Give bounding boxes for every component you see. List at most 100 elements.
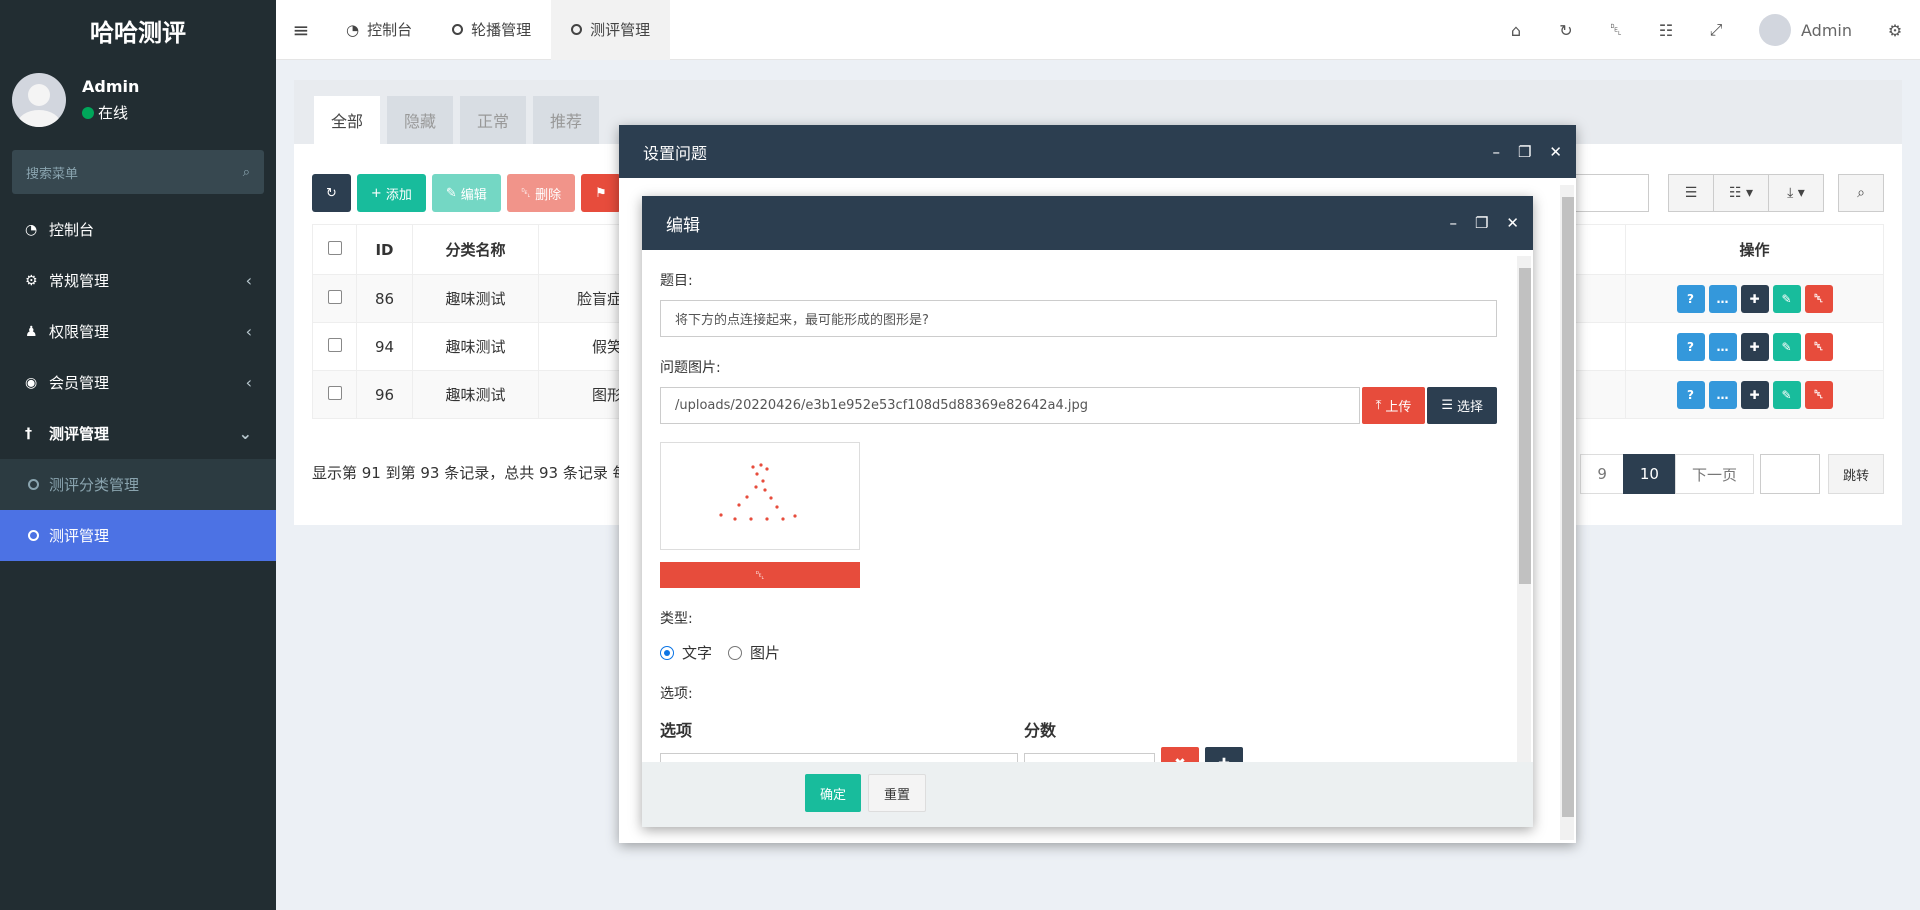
menu-toggle-icon[interactable]: ≡ — [276, 18, 326, 42]
dots-triangle-image — [719, 463, 797, 521]
scrollbar[interactable] — [1560, 185, 1574, 840]
select-all-checkbox[interactable] — [327, 240, 342, 255]
tab-hidden[interactable]: 隐藏 — [387, 96, 454, 144]
scrollbar[interactable] — [1517, 256, 1531, 762]
upload-icon: ⤒ — [1375, 398, 1382, 413]
tab-carousel[interactable]: 轮播管理 — [432, 0, 551, 60]
edit-button[interactable]: ✎ 编辑 — [431, 174, 501, 212]
settings-icon[interactable]: ⚙ — [1870, 21, 1920, 40]
app-logo[interactable]: 哈哈测评 — [0, 0, 276, 60]
option-input[interactable]: 风子 — [660, 753, 1018, 762]
col-id[interactable]: ID — [356, 224, 413, 275]
language-icon[interactable]: ☷ — [1641, 21, 1691, 40]
move-icon[interactable]: ✚ — [1740, 332, 1769, 361]
sidebar-item-general[interactable]: ⚙ 常规管理 ‹ — [0, 255, 276, 306]
export-button[interactable]: ⤓ ▾ — [1768, 174, 1824, 212]
delete-icon[interactable]: ␡ — [1804, 332, 1833, 361]
options-label: 选项: — [660, 686, 693, 702]
circle-icon — [28, 479, 39, 490]
image-path-input[interactable]: /uploads/20220426/e3b1e952e53cf108d5d883… — [660, 387, 1360, 424]
tab-normal[interactable]: 正常 — [460, 96, 527, 144]
question-icon[interactable]: ? — [1676, 380, 1705, 409]
group-icon: ♟ — [25, 323, 38, 340]
trash-icon: ␡ — [755, 567, 765, 582]
sidebar: 哈哈测评 Admin 在线 搜索菜单 ⌕ ◔ 控制台 ⚙ 常规管理 ‹ ♟ 权限… — [0, 0, 276, 910]
top-user-menu[interactable]: Admin — [1741, 14, 1870, 46]
more-button[interactable]: ⚑ — [581, 174, 621, 212]
type-text-radio[interactable] — [660, 645, 674, 660]
question-input[interactable]: 将下方的点连接起来，最可能形成的图形是? — [660, 300, 1497, 337]
row-checkbox[interactable] — [327, 385, 342, 400]
next-page[interactable]: 下一页 — [1674, 454, 1754, 494]
edit-icon[interactable]: ✎ — [1772, 332, 1801, 361]
question-image-preview[interactable] — [660, 442, 860, 550]
maximize-icon[interactable]: ❐ — [1475, 214, 1488, 232]
remove-option-button[interactable]: ✖ — [1161, 747, 1199, 762]
columns-button[interactable]: ☷ ▾ — [1713, 174, 1769, 212]
add-button[interactable]: + 添加 — [356, 174, 426, 212]
delete-icon[interactable]: ␡ — [1804, 380, 1833, 409]
fullscreen-icon[interactable]: ⤢ — [1691, 20, 1741, 40]
chevron-left-icon: ‹ — [245, 322, 252, 341]
toggle-view-button[interactable]: ☰ — [1668, 174, 1714, 212]
dialog-title: 编辑 — [666, 215, 700, 236]
type-image-radio[interactable] — [728, 645, 743, 660]
comment-icon[interactable]: … — [1708, 332, 1737, 361]
drag-option-button[interactable]: ✚ — [1205, 747, 1243, 762]
delete-button[interactable]: ␡ 删除 — [506, 174, 576, 212]
circle-icon — [28, 530, 39, 541]
tab-recommend[interactable]: 推荐 — [533, 96, 600, 144]
sidebar-item-dashboard[interactable]: ◔ 控制台 — [0, 204, 276, 255]
pagination-info: 显示第 91 到第 93 条记录，总共 93 条记录 每 — [312, 464, 628, 482]
minimize-icon[interactable]: – — [1449, 214, 1457, 232]
refresh-icon: ↻ — [326, 185, 337, 201]
choose-button[interactable]: ☰ 选择 — [1427, 387, 1497, 424]
confirm-button[interactable]: 确定 — [805, 774, 862, 812]
home-icon[interactable]: ⌂ — [1491, 21, 1541, 40]
reset-button[interactable]: 重置 — [868, 774, 927, 812]
page-9[interactable]: 9 — [1580, 454, 1624, 494]
sidebar-item-evaluation[interactable]: † 测评管理 ⌄ — [0, 408, 276, 459]
tab-all[interactable]: 全部 — [314, 96, 381, 144]
user-name: Admin — [82, 77, 140, 96]
comment-icon[interactable]: … — [1708, 284, 1737, 313]
move-icon[interactable]: ✚ — [1740, 380, 1769, 409]
close-icon[interactable]: ✕ — [1506, 214, 1519, 232]
sidebar-item-members[interactable]: ◉ 会员管理 ‹ — [0, 357, 276, 408]
export-icon: ⤓ ▾ — [1787, 185, 1805, 201]
cogs-icon: ⚙ — [25, 272, 38, 289]
plus-icon: + — [370, 185, 382, 201]
delete-image-button[interactable]: ␡ — [660, 562, 860, 588]
score-input[interactable]: 0 — [1024, 753, 1155, 762]
sidebar-item-auth[interactable]: ♟ 权限管理 ‹ — [0, 306, 276, 357]
option-row: 风子 0 ✖ ✚ — [660, 747, 1497, 762]
sidebar-item-eval-manage[interactable]: 测评管理 — [0, 510, 276, 561]
menu-search-input[interactable]: 搜索菜单 ⌕ — [12, 150, 264, 194]
tab-dashboard[interactable]: ◔ 控制台 — [326, 0, 432, 60]
question-icon[interactable]: ? — [1676, 332, 1705, 361]
page-jump-button[interactable]: 跳转 — [1827, 454, 1884, 494]
question-icon[interactable]: ? — [1676, 284, 1705, 313]
delete-icon[interactable]: ␡ — [1804, 284, 1833, 313]
close-icon[interactable]: ✕ — [1549, 143, 1562, 161]
upload-button[interactable]: ⤒ 上传 — [1361, 387, 1426, 424]
page-10[interactable]: 10 — [1622, 454, 1676, 494]
row-checkbox[interactable] — [327, 289, 342, 304]
comment-icon[interactable]: … — [1708, 380, 1737, 409]
col-category[interactable]: 分类名称 — [412, 224, 539, 275]
sidebar-item-eval-category[interactable]: 测评分类管理 — [0, 459, 276, 510]
maximize-icon[interactable]: ❐ — [1518, 143, 1531, 161]
move-icon[interactable]: ✚ — [1740, 284, 1769, 313]
refresh-button[interactable]: ↻ — [312, 174, 351, 212]
trash-icon[interactable]: ␡ — [1591, 20, 1641, 40]
advanced-search-button[interactable]: ⌕ — [1838, 174, 1884, 212]
tab-evaluation[interactable]: 测评管理 — [551, 0, 671, 60]
edit-icon[interactable]: ✎ — [1772, 380, 1801, 409]
row-checkbox[interactable] — [327, 337, 342, 352]
refresh-icon[interactable]: ↻ — [1541, 21, 1591, 40]
col-option: 选项 — [660, 721, 693, 740]
avatar — [1759, 14, 1791, 46]
page-jump-input[interactable] — [1759, 454, 1820, 494]
minimize-icon[interactable]: – — [1492, 143, 1500, 161]
edit-icon[interactable]: ✎ — [1772, 284, 1801, 313]
